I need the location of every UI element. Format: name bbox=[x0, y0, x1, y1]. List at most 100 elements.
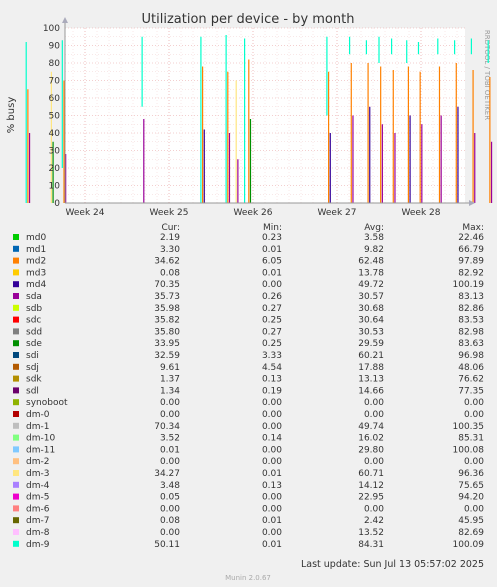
legend-name-md4: md4 bbox=[26, 280, 46, 290]
legend-min-dm-4: 0.13 bbox=[262, 481, 282, 491]
legend-swatch-dm-3 bbox=[13, 470, 19, 476]
legend-min-sdj: 4.54 bbox=[262, 363, 282, 373]
y-tick-label: 0 bbox=[54, 199, 60, 209]
legend-min-dm-3: 0.01 bbox=[262, 469, 282, 479]
legend-avg-sdi: 60.21 bbox=[358, 351, 384, 361]
legend-min-dm-7: 0.01 bbox=[262, 516, 282, 526]
legend-name-sdl: sdl bbox=[26, 386, 39, 396]
legend-avg-sdd: 30.53 bbox=[358, 327, 384, 337]
legend-cur-dm-4: 3.48 bbox=[160, 481, 180, 491]
legend-name-md3: md3 bbox=[26, 268, 46, 278]
legend-min-sde: 0.25 bbox=[262, 339, 282, 349]
legend-swatch-sdl bbox=[13, 387, 19, 394]
legend-min-dm-5: 0.00 bbox=[262, 493, 282, 503]
x-tick-label: Week 24 bbox=[66, 208, 105, 218]
legend-cur-sde: 33.95 bbox=[154, 339, 180, 349]
legend-cur-sdl: 1.34 bbox=[160, 386, 180, 396]
legend-swatch-sdb bbox=[13, 304, 19, 311]
legend-cur-sdk: 1.37 bbox=[160, 375, 180, 385]
legend-max-dm-8: 82.69 bbox=[458, 528, 484, 538]
munin-version: Munin 2.0.67 bbox=[225, 574, 271, 582]
legend-max-dm-3: 96.36 bbox=[458, 469, 484, 479]
legend-avg-sdb: 30.68 bbox=[358, 304, 384, 314]
legend-cur-sdc: 35.82 bbox=[154, 316, 180, 326]
legend-cur-dm-6: 0.00 bbox=[160, 504, 180, 514]
y-tick-label: 80 bbox=[49, 59, 61, 69]
legend-swatch-md1 bbox=[13, 245, 19, 252]
legend-swatch-dm-10 bbox=[13, 434, 19, 441]
chart-title: Utilization per device - by month bbox=[142, 12, 355, 27]
legend-name-md1: md1 bbox=[26, 245, 46, 255]
legend-max-dm-2: 0.00 bbox=[464, 457, 484, 467]
legend-max-dm-0: 0.00 bbox=[464, 410, 484, 420]
legend-cur-sdd: 35.80 bbox=[154, 327, 180, 337]
legend-cur-sda: 35.73 bbox=[154, 292, 180, 302]
legend-min-sdb: 0.27 bbox=[262, 304, 282, 314]
legend-header-avg: Avg: bbox=[364, 223, 384, 233]
legend-cur-dm-11: 0.01 bbox=[160, 445, 180, 455]
legend-swatch-synoboot bbox=[13, 399, 19, 406]
legend-header-min: Min: bbox=[263, 223, 282, 233]
legend-avg-dm-7: 2.42 bbox=[364, 516, 384, 526]
legend-cur-synoboot: 0.00 bbox=[160, 398, 180, 408]
legend-min-dm-9: 0.01 bbox=[262, 540, 282, 550]
legend-cur-md2: 34.62 bbox=[154, 257, 180, 267]
legend-avg-md1: 9.82 bbox=[364, 245, 384, 255]
legend-name-sdj: sdj bbox=[26, 363, 39, 373]
legend-swatch-md4 bbox=[13, 281, 19, 288]
legend-cur-md3: 0.08 bbox=[160, 268, 180, 278]
y-tick-label: 60 bbox=[49, 94, 61, 104]
legend-min-dm-11: 0.00 bbox=[262, 445, 282, 455]
y-axis-arrow bbox=[62, 17, 68, 23]
legend-min-md1: 0.01 bbox=[262, 245, 282, 255]
y-tick-label: 40 bbox=[49, 129, 61, 139]
legend-name-dm-9: dm-9 bbox=[26, 540, 50, 550]
legend-min-sdd: 0.27 bbox=[262, 327, 282, 337]
y-tick-label: 100 bbox=[43, 24, 60, 34]
legend-name-dm-1: dm-1 bbox=[26, 422, 49, 432]
legend-swatch-dm-1 bbox=[13, 422, 19, 429]
legend-swatch-dm-6 bbox=[13, 505, 19, 512]
legend-max-synoboot: 0.00 bbox=[464, 398, 484, 408]
legend-name-dm-0: dm-0 bbox=[26, 410, 50, 420]
legend-cur-sdb: 35.98 bbox=[154, 304, 180, 314]
legend-cur-dm-5: 0.05 bbox=[160, 493, 180, 503]
legend-cur-md1: 3.30 bbox=[160, 245, 180, 255]
legend-name-md2: md2 bbox=[26, 257, 46, 267]
legend-avg-sde: 29.59 bbox=[358, 339, 384, 349]
x-tick-label: Week 28 bbox=[402, 208, 441, 218]
legend-swatch-sdi bbox=[13, 352, 19, 358]
x-tick-label: Week 25 bbox=[150, 208, 189, 218]
legend-name-sdd: sdd bbox=[26, 327, 42, 337]
legend-swatch-dm-8 bbox=[13, 529, 19, 535]
legend-name-dm-4: dm-4 bbox=[26, 481, 50, 491]
legend-swatch-dm-5 bbox=[13, 493, 19, 500]
legend-name-sdi: sdi bbox=[26, 351, 39, 361]
y-tick-label: 70 bbox=[49, 77, 61, 87]
legend-max-dm-7: 45.95 bbox=[458, 516, 484, 526]
legend-max-md2: 97.89 bbox=[458, 257, 484, 267]
legend-header-cur: Cur: bbox=[161, 223, 180, 233]
legend-name-dm-3: dm-3 bbox=[26, 469, 49, 479]
legend-min-sdl: 0.19 bbox=[262, 386, 282, 396]
legend-min-md4: 0.00 bbox=[262, 280, 282, 290]
legend-avg-sdl: 14.66 bbox=[358, 386, 384, 396]
legend-avg-sdc: 30.64 bbox=[358, 316, 384, 326]
legend-swatch-dm-2 bbox=[13, 458, 19, 465]
legend-max-sda: 83.13 bbox=[458, 292, 484, 302]
legend-swatch-sde bbox=[13, 340, 19, 347]
last-update: Last update: Sun Jul 13 05:57:02 2025 bbox=[301, 559, 484, 570]
legend-min-synoboot: 0.00 bbox=[262, 398, 282, 408]
legend-min-sdc: 0.25 bbox=[262, 316, 282, 326]
legend-max-sdc: 83.53 bbox=[458, 316, 484, 326]
legend-max-md1: 66.79 bbox=[458, 245, 484, 255]
legend-swatch-sdc bbox=[13, 316, 19, 323]
legend-min-sda: 0.26 bbox=[262, 292, 282, 302]
legend-max-sdd: 82.98 bbox=[458, 327, 484, 337]
legend-name-sde: sde bbox=[26, 339, 42, 349]
legend-avg-md2: 62.48 bbox=[358, 257, 384, 267]
legend-cur-md0: 2.19 bbox=[160, 233, 180, 243]
legend-max-dm-9: 100.09 bbox=[453, 540, 485, 550]
legend-avg-dm-4: 14.12 bbox=[358, 481, 384, 491]
legend-cur-sdi: 32.59 bbox=[154, 351, 180, 361]
